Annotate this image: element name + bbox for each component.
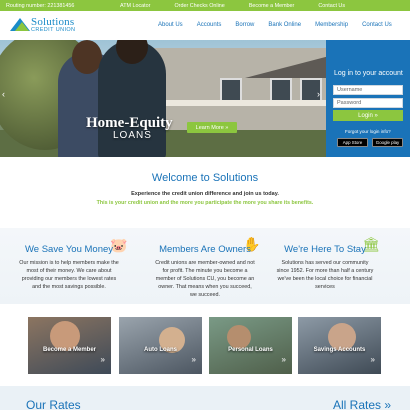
tile-savings-accounts[interactable]: Savings Accounts » — [298, 317, 381, 374]
tile-label: Personal Loans — [228, 347, 273, 353]
tile-become-member[interactable]: Become a Member » — [28, 317, 111, 374]
nav-borrow[interactable]: Borrow — [235, 22, 254, 28]
tile-personal-loans[interactable]: Personal Loans » — [209, 317, 292, 374]
contact-us-link[interactable]: Contact Us — [318, 3, 345, 9]
chevron-right-icon: » — [281, 355, 286, 364]
feature-text: Solutions has served our community since… — [276, 260, 374, 290]
feature-members-owners: Members Are Owners Credit unions are mem… — [145, 244, 265, 299]
logo[interactable]: Solutions CREDIT UNION — [10, 16, 94, 36]
main-nav: About Us Accounts Borrow Bank Online Mem… — [158, 22, 406, 28]
feature-text: Our mission is to help members make the … — [19, 260, 119, 290]
chevron-right-icon: » — [191, 355, 196, 364]
feature-title: We're Here To Stay — [284, 244, 366, 255]
site-header: Solutions CREDIT UNION About Us Accounts… — [0, 11, 410, 40]
login-title: Log in to your account — [334, 70, 403, 77]
tile-auto-loans[interactable]: Auto Loans » — [119, 317, 202, 374]
password-input[interactable]: Password — [333, 98, 403, 108]
tile-label: Auto Loans — [144, 347, 177, 353]
feature-save-money: We Save You Money Our mission is to help… — [9, 244, 129, 291]
welcome-title: Welcome to Solutions — [151, 172, 259, 184]
nav-accounts[interactable]: Accounts — [197, 22, 222, 28]
become-member-link[interactable]: Become a Member — [249, 3, 295, 9]
welcome-line-1: Experience the credit union difference a… — [131, 191, 279, 197]
utility-links: ATM Locator Order Checks Online Become a… — [120, 3, 369, 9]
login-button[interactable]: Login » — [333, 110, 403, 121]
atm-locator-link[interactable]: ATM Locator — [120, 3, 150, 9]
tile-label: Savings Accounts — [313, 347, 366, 353]
username-input[interactable]: Username — [333, 85, 403, 95]
nav-membership[interactable]: Membership — [315, 22, 348, 28]
welcome-line-2: This is your credit union and the more y… — [96, 200, 314, 206]
hero-next-icon[interactable]: › — [317, 89, 320, 99]
logo-subtitle: CREDIT UNION — [31, 27, 76, 33]
feature-here-to-stay: We're Here To Stay Solutions has served … — [265, 244, 385, 291]
routing-number: Routing number: 221381456 — [6, 2, 75, 9]
app-store-badge[interactable]: App Store — [337, 138, 368, 147]
nav-bank-online[interactable]: Bank Online — [268, 22, 301, 28]
our-rates-heading: Our Rates — [26, 398, 81, 410]
hero-prev-icon[interactable]: ‹ — [2, 89, 5, 99]
google-play-badge[interactable]: Google play — [372, 138, 403, 147]
order-checks-link[interactable]: Order Checks Online — [174, 3, 224, 9]
chevron-right-icon: » — [100, 355, 105, 364]
logo-mark-icon — [10, 18, 30, 31]
utility-bar: Routing number: 221381456 ATM Locator Or… — [0, 0, 410, 11]
feature-text: Credit unions are member-owned and not f… — [155, 260, 255, 298]
nav-about-us[interactable]: About Us — [158, 22, 183, 28]
hero-subtitle: LOANS — [113, 130, 152, 141]
nav-contact-us[interactable]: Contact Us — [362, 22, 392, 28]
all-rates-link[interactable]: All Rates » — [333, 398, 391, 410]
learn-more-button[interactable]: Learn More » — [187, 122, 237, 133]
feature-title: Members Are Owners — [159, 244, 251, 255]
tile-label: Become a Member — [42, 347, 97, 353]
chevron-right-icon: » — [370, 355, 375, 364]
forgot-login-link[interactable]: Forgot your login info? — [345, 129, 391, 134]
feature-title: We Save You Money — [24, 244, 114, 255]
